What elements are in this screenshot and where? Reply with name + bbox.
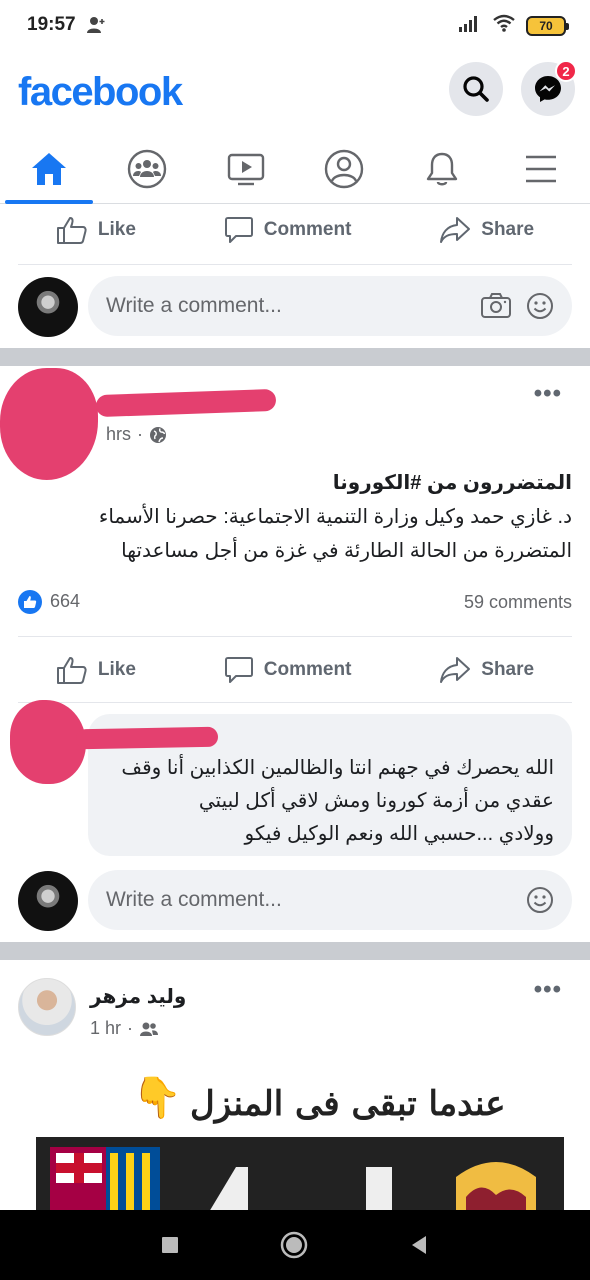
comment-placeholder: Write a comment... — [106, 888, 282, 911]
divider — [18, 702, 572, 703]
like-count-text: 664 — [50, 590, 81, 611]
home-icon — [32, 152, 67, 185]
scoreboard-image — [36, 1137, 564, 1210]
bell-icon — [427, 152, 458, 185]
thumbs-up-icon — [56, 217, 87, 244]
post-actions: Like Comment Share — [0, 640, 590, 700]
pointing-down-emoji: 👇 — [132, 1076, 182, 1120]
share-label: Share — [481, 659, 535, 680]
search-icon — [463, 76, 489, 102]
post-actions-top: Like Comment Share — [0, 200, 590, 260]
facebook-logo[interactable]: facebook — [18, 70, 183, 115]
share-button[interactable]: Share — [439, 655, 534, 685]
comment-icon — [224, 217, 253, 243]
post-line-3: المتضررة من الحالة الطارئة في غزة من أجل… — [121, 540, 572, 562]
post-time-text: hrs — [106, 424, 132, 444]
post-timestamp: hrs · — [106, 424, 167, 445]
like-label: Like — [97, 219, 136, 240]
status-bar: 19:57 70 — [0, 0, 590, 52]
post-timestamp: 1 hr · — [90, 1018, 159, 1039]
redaction-scribble-commenter-name — [75, 726, 219, 750]
redaction-scribble-name — [95, 388, 277, 418]
comment-button[interactable]: Comment — [224, 655, 352, 685]
redaction-scribble-commenter — [10, 700, 86, 784]
comment-composer: Write a comment... — [0, 272, 590, 342]
share-label: Share — [481, 219, 535, 240]
comment-icon — [224, 657, 253, 683]
post-more-button[interactable]: ••• — [534, 380, 562, 408]
back-button[interactable] — [408, 1234, 430, 1256]
thumbs-up-icon — [56, 657, 87, 684]
tab-groups[interactable] — [98, 134, 196, 203]
menu-icon — [525, 155, 556, 182]
comment-line-3: وولادي ...حسبي الله ونعم الوكيل فيكو — [244, 823, 554, 845]
groups-icon — [128, 149, 167, 188]
post-line-2: د. غازي حمد وكيل وزارة التنمية الاجتماعي… — [98, 506, 572, 528]
like-button[interactable]: Like — [56, 215, 136, 245]
home-button[interactable] — [280, 1231, 308, 1259]
comment-count[interactable]: 59 comments — [464, 592, 572, 613]
comment-composer: Write a comment... — [0, 866, 590, 936]
wifi-icon — [492, 14, 516, 37]
tab-menu[interactable] — [492, 134, 590, 203]
divider — [18, 264, 572, 265]
tab-profile[interactable] — [295, 134, 393, 203]
post-time-text: 1 hr — [90, 1018, 122, 1038]
post-image[interactable]: 👇 عندما تبقى فى المنزل — [0, 1062, 590, 1210]
tab-home[interactable] — [0, 134, 98, 204]
camera-icon[interactable] — [480, 292, 512, 320]
watch-icon — [227, 153, 265, 185]
messenger-button[interactable]: 2 — [521, 60, 577, 116]
post-author-avatar[interactable] — [18, 978, 76, 1036]
comment-label: Comment — [263, 659, 352, 680]
like-button[interactable]: Like — [56, 655, 136, 685]
emoji-icon[interactable] — [526, 886, 554, 914]
share-icon — [440, 657, 471, 683]
image-caption: عندما تبقى فى المنزل — [190, 1084, 506, 1124]
friends-icon — [140, 1022, 159, 1036]
messenger-badge: 2 — [555, 60, 577, 82]
comment-button[interactable]: Comment — [224, 215, 352, 245]
share-icon — [440, 217, 471, 243]
search-button[interactable] — [449, 62, 503, 116]
comment-input[interactable]: Write a comment... — [88, 276, 572, 336]
feed-separator — [0, 348, 590, 366]
profile-icon — [324, 149, 364, 188]
battery-icon: 70 — [526, 15, 569, 36]
post-line-1: المتضررون من #الكورونا — [332, 472, 572, 494]
tab-watch[interactable] — [197, 134, 295, 203]
composer-icons — [526, 886, 554, 914]
composer-icons — [480, 292, 554, 320]
post-more-button[interactable]: ••• — [534, 976, 562, 1004]
feed-separator — [0, 942, 590, 960]
person-add-icon — [86, 15, 106, 40]
current-user-avatar[interactable] — [18, 871, 78, 931]
comment-line-1: الله يحصرك في جهنم انتا والظالمين الكذاب… — [121, 757, 554, 779]
nav-tabs — [0, 134, 590, 204]
status-time: 19:57 — [27, 14, 76, 35]
post-body: المتضررون من #الكورونا د. غازي حمد وكيل … — [18, 466, 572, 568]
globe-icon — [150, 426, 167, 443]
app-header: facebook 2 — [0, 52, 590, 134]
post-author-name[interactable]: وليد مزهر — [90, 984, 186, 1009]
divider — [18, 636, 572, 637]
emoji-icon[interactable] — [526, 292, 554, 320]
like-count[interactable]: 664 — [18, 590, 80, 614]
comment-placeholder: Write a comment... — [106, 294, 282, 317]
post-reactions: 664 59 comments — [18, 590, 572, 614]
like-label: Like — [97, 659, 136, 680]
android-nav-bar — [0, 1210, 590, 1280]
status-indicators: 70 — [458, 14, 569, 37]
like-reaction-icon — [18, 590, 42, 614]
share-button[interactable]: Share — [439, 215, 534, 245]
comment-line-2: عقدي من أزمة كورونا ومش لاقي أكل لبيتي — [198, 790, 554, 812]
comment-label: Comment — [263, 219, 352, 240]
comment-input[interactable]: Write a comment... — [88, 870, 572, 930]
tab-notifications[interactable] — [393, 134, 491, 203]
signal-icon — [458, 14, 482, 37]
recents-button[interactable] — [160, 1235, 180, 1255]
redaction-scribble — [0, 368, 98, 480]
current-user-avatar[interactable] — [18, 277, 78, 337]
